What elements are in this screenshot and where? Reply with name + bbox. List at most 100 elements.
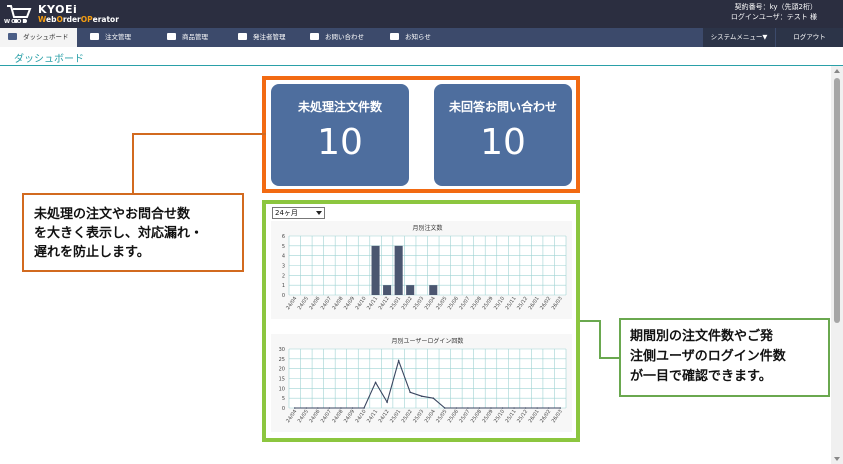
data-point xyxy=(397,360,400,362)
x-tick-label: 25/12 xyxy=(516,296,529,311)
y-tick-label: 1 xyxy=(282,283,285,289)
data-point xyxy=(490,407,492,409)
x-tick-label: 25/04 xyxy=(424,409,437,424)
data-point xyxy=(317,407,319,409)
nav-inquiries[interactable]: お問い合わせ xyxy=(310,28,364,47)
charts-callout: 期間別の注文件数やご発 注側ユーザのログイン件数 が一目で確認できます。 xyxy=(619,318,830,397)
x-tick-label: 26/01 xyxy=(528,409,541,424)
callout-line: 未処理の注文やお問合せ数 xyxy=(34,207,191,222)
y-tick-label: 10 xyxy=(279,386,285,392)
data-point xyxy=(536,407,538,409)
x-tick-label: 26/03 xyxy=(551,296,564,311)
bar xyxy=(383,285,392,295)
system-menu-button[interactable]: システムメニュー▼ xyxy=(703,28,775,47)
scrollbar-thumb[interactable] xyxy=(834,78,840,323)
x-tick-label: 25/09 xyxy=(481,409,494,424)
y-tick-label: 6 xyxy=(282,234,285,240)
bar xyxy=(371,245,380,295)
building-icon xyxy=(238,33,247,40)
card-label: 未回答お問い合わせ xyxy=(448,100,557,114)
y-tick-label: 20 xyxy=(279,367,285,373)
nav-label: 発注者管理 xyxy=(253,33,286,41)
x-tick-label: 25/08 xyxy=(470,296,483,311)
vertical-scrollbar[interactable] xyxy=(831,66,843,464)
nav-product-management[interactable]: 商品管理 xyxy=(167,28,208,47)
x-tick-label: 25/02 xyxy=(401,296,414,311)
callout-line: 注側ユーザのログイン件数 xyxy=(630,349,786,364)
callout-line: 遅れを防止します。 xyxy=(34,245,150,260)
pending-orders-card[interactable]: 未処理注文件数 10 xyxy=(271,84,409,186)
x-tick-label: 24/11 xyxy=(366,409,379,424)
x-tick-label: 25/03 xyxy=(412,296,425,311)
period-select[interactable]: 24ヶ月 xyxy=(272,207,325,219)
data-point xyxy=(513,407,515,409)
nav-label: 注文管理 xyxy=(105,33,131,41)
nav-label: 商品管理 xyxy=(182,33,208,41)
card-label: 未処理注文件数 xyxy=(297,100,382,114)
unanswered-inquiries-card[interactable]: 未回答お問い合わせ 10 xyxy=(434,84,572,186)
x-tick-label: 24/07 xyxy=(320,296,333,311)
scroll-down-icon[interactable] xyxy=(834,457,840,461)
kyoei-logo[interactable]: KYOEi WebOrderOPerator WOOP xyxy=(4,2,119,26)
x-tick-label: 24/10 xyxy=(354,296,367,311)
data-point xyxy=(455,407,458,409)
x-tick-label: 24/05 xyxy=(297,409,310,424)
callout-text: 期間別の注文件数やご発 注側ユーザのログイン件数 が一目で確認できます。 xyxy=(630,327,786,387)
callout-line: が一目で確認できます。 xyxy=(630,369,772,384)
data-point xyxy=(559,407,562,409)
nav-order-management[interactable]: 注文管理 xyxy=(90,28,131,47)
x-tick-label: 26/02 xyxy=(539,296,552,311)
x-tick-label: 24/05 xyxy=(297,296,310,311)
mail-icon xyxy=(310,33,319,40)
x-tick-label: 24/10 xyxy=(354,409,367,424)
x-tick-label: 24/08 xyxy=(331,409,344,424)
x-tick-label: 24/08 xyxy=(331,296,344,311)
data-point xyxy=(467,407,469,409)
y-tick-label: 0 xyxy=(282,406,285,412)
x-tick-label: 25/04 xyxy=(424,296,437,311)
x-tick-label: 25/01 xyxy=(389,409,402,424)
data-point xyxy=(293,407,296,409)
data-point xyxy=(501,407,504,409)
data-point xyxy=(420,395,423,397)
chart-title: 月別ユーザーログイン回数 xyxy=(392,337,464,345)
data-point xyxy=(363,407,365,409)
nav-dashboard[interactable]: ダッシュボード xyxy=(0,28,77,47)
y-tick-label: 5 xyxy=(282,244,285,250)
nav-label: ダッシュボード xyxy=(23,33,69,41)
x-tick-label: 25/10 xyxy=(493,409,506,424)
monthly-orders-chart-panel: 月別注文数 0 1 2 3 4 5 6 24/04 24/05 24/06 24/07 24/08 24/… xyxy=(271,221,572,319)
contract-number: 契約番号：ky（先頭2桁） xyxy=(734,3,817,11)
data-point xyxy=(409,391,411,394)
x-tick-label: 25/02 xyxy=(401,409,414,424)
scroll-up-icon[interactable] xyxy=(834,69,840,73)
x-tick-label: 25/06 xyxy=(447,409,460,424)
x-tick-label: 25/05 xyxy=(435,296,448,311)
data-point xyxy=(374,381,377,384)
x-tick-label: 26/01 xyxy=(528,296,541,311)
x-tick-label: 24/11 xyxy=(366,296,379,311)
x-tick-label: 25/06 xyxy=(447,296,460,311)
data-point xyxy=(444,407,446,409)
y-tick-label: 15 xyxy=(279,377,285,383)
x-tick-label: 24/04 xyxy=(285,409,298,424)
x-tick-label: 24/04 xyxy=(285,296,298,311)
nav-notices[interactable]: お知らせ xyxy=(390,28,431,47)
y-tick-label: 30 xyxy=(279,347,285,353)
green-connector-line xyxy=(580,320,619,359)
callout-line: を大きく表示し、対応漏れ・ xyxy=(34,226,204,241)
y-tick-label: 5 xyxy=(282,396,285,402)
card-value: 10 xyxy=(480,122,526,163)
box-icon xyxy=(167,33,176,40)
card-value: 10 xyxy=(317,122,363,163)
bar xyxy=(429,285,438,295)
logout-button[interactable]: ログアウト xyxy=(776,28,843,47)
data-point xyxy=(386,401,388,403)
x-tick-label: 25/07 xyxy=(458,409,471,424)
x-tick-label: 26/03 xyxy=(551,409,564,424)
truck-icon xyxy=(90,33,99,40)
nav-orderer-management[interactable]: 発注者管理 xyxy=(238,28,286,47)
bar xyxy=(394,245,403,295)
monthly-logins-chart-panel: 月別ユーザーログイン回数 0 5 10 15 20 25 30 24/04 24/05 24/06 2… xyxy=(271,334,572,432)
x-tick-label: 24/12 xyxy=(378,296,391,311)
